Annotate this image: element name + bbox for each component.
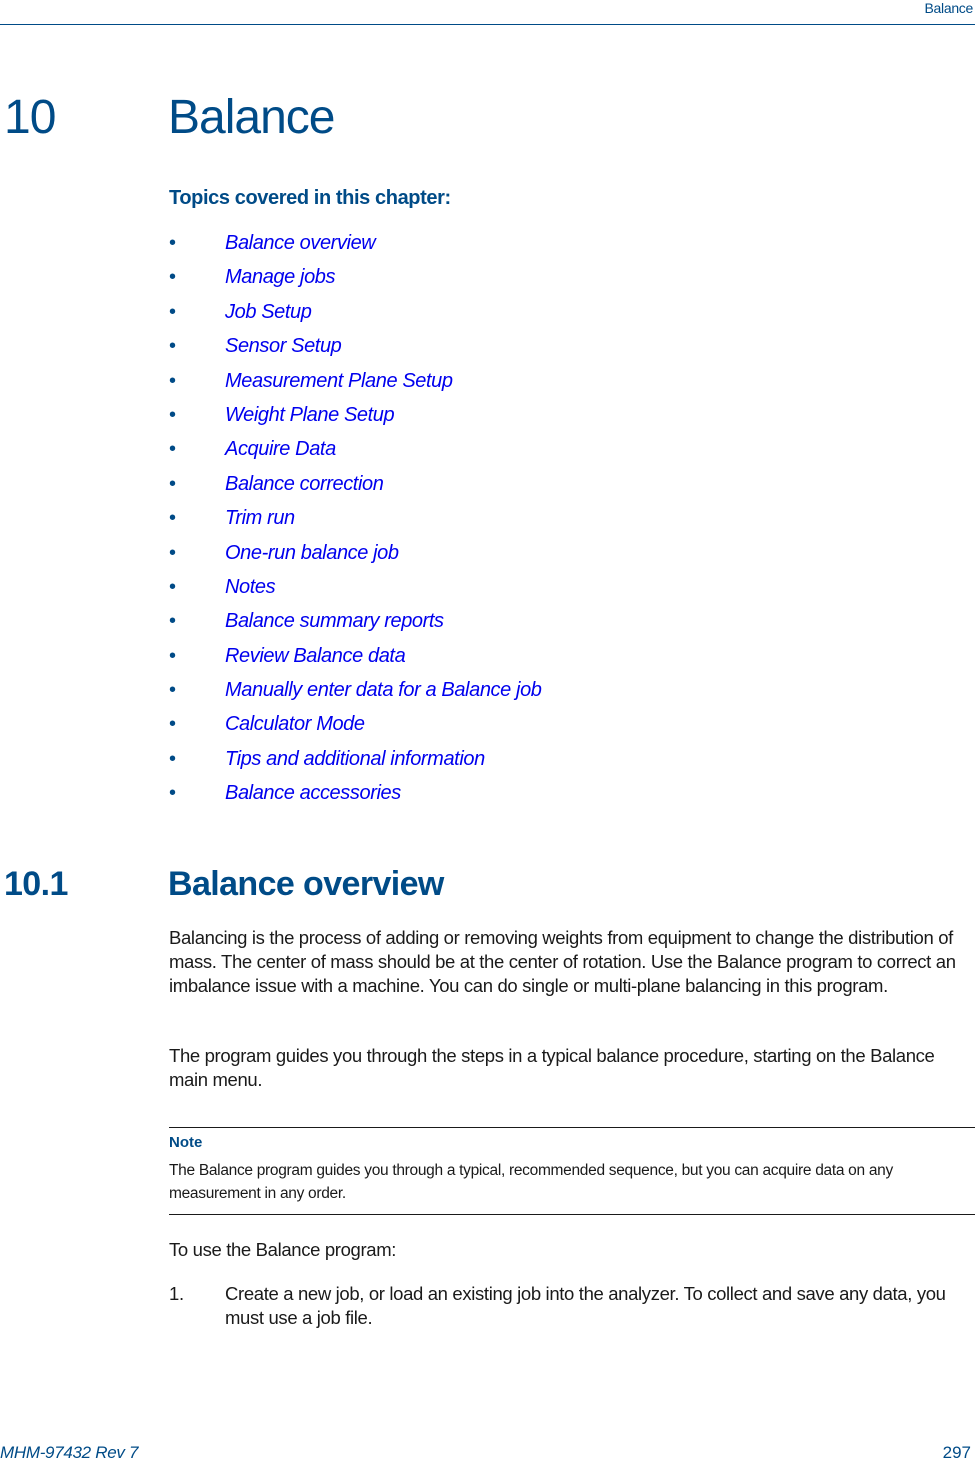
topic-link-manage-jobs[interactable]: Manage jobs [225, 262, 336, 292]
topic-link-review-balance-data[interactable]: Review Balance data [225, 641, 406, 671]
topic-link-manually-enter-data[interactable]: Manually enter data for a Balance job [225, 675, 542, 705]
section-title: Balance overview [168, 865, 444, 903]
section-number: 10.1 [4, 865, 68, 903]
note-text: The Balance program guides you through a… [169, 1162, 893, 1202]
note-box: Note The Balance program guides you thro… [169, 1127, 975, 1215]
topics-heading: Topics covered in this chapter: [169, 187, 451, 209]
bullet-icon: • [169, 747, 177, 770]
bullet-icon: • [169, 300, 177, 323]
page-number: 297 [942, 1443, 971, 1462]
topic-link-balance-accessories[interactable]: Balance accessories [225, 778, 401, 808]
bullet-icon: • [169, 472, 177, 495]
bullet-icon: • [169, 713, 177, 736]
paragraph-procedure-intro: To use the Balance program: [169, 1239, 397, 1260]
header-divider [0, 24, 975, 25]
topic-link-notes[interactable]: Notes [225, 572, 276, 602]
bullet-icon: • [169, 232, 177, 254]
topic-link-balance-correction[interactable]: Balance correction [225, 469, 384, 499]
footer-doc-id: MHM-97432 Rev 7 [0, 1443, 139, 1462]
bullet-icon: • [169, 782, 177, 805]
topic-link-calculator-mode[interactable]: Calculator Mode [225, 709, 365, 739]
bullet-icon: • [169, 403, 177, 426]
step-number: 1. [169, 1283, 184, 1304]
bullet-icon: • [169, 644, 177, 667]
chapter-number: 10 [4, 91, 56, 144]
bullet-icon: • [169, 679, 177, 702]
bullet-icon: • [169, 335, 177, 358]
bullet-icon: • [169, 369, 177, 392]
topic-link-tips[interactable]: Tips and additional information [225, 744, 485, 774]
bullet-icon: • [169, 507, 177, 530]
topic-link-one-run-balance-job[interactable]: One-run balance job [225, 538, 399, 568]
topic-link-measurement-plane-setup[interactable]: Measurement Plane Setup [225, 366, 453, 396]
bullet-icon: • [169, 541, 177, 564]
topic-link-balance-summary-reports[interactable]: Balance summary reports [225, 606, 444, 636]
bullet-icon: • [169, 575, 177, 598]
running-header: Balance [924, 0, 974, 16]
bullet-icon: • [169, 438, 177, 461]
note-label: Note [169, 1134, 203, 1151]
topic-link-sensor-setup[interactable]: Sensor Setup [225, 331, 342, 361]
topic-link-job-setup[interactable]: Job Setup [225, 297, 312, 327]
paragraph-guide: The program guides you through the steps… [169, 1045, 935, 1090]
topic-link-weight-plane-setup[interactable]: Weight Plane Setup [225, 400, 395, 430]
bullet-icon: • [169, 266, 177, 289]
paragraph-intro: Balancing is the process of adding or re… [169, 927, 956, 996]
chapter-name: Balance [168, 91, 335, 144]
bullet-icon: • [169, 610, 177, 633]
topic-link-acquire-data[interactable]: Acquire Data [225, 434, 336, 464]
topic-link-trim-run[interactable]: Trim run [225, 503, 295, 533]
step-text: Create a new job, or load an existing jo… [225, 1283, 946, 1328]
topic-link-balance-overview[interactable]: Balance overview [225, 228, 376, 258]
